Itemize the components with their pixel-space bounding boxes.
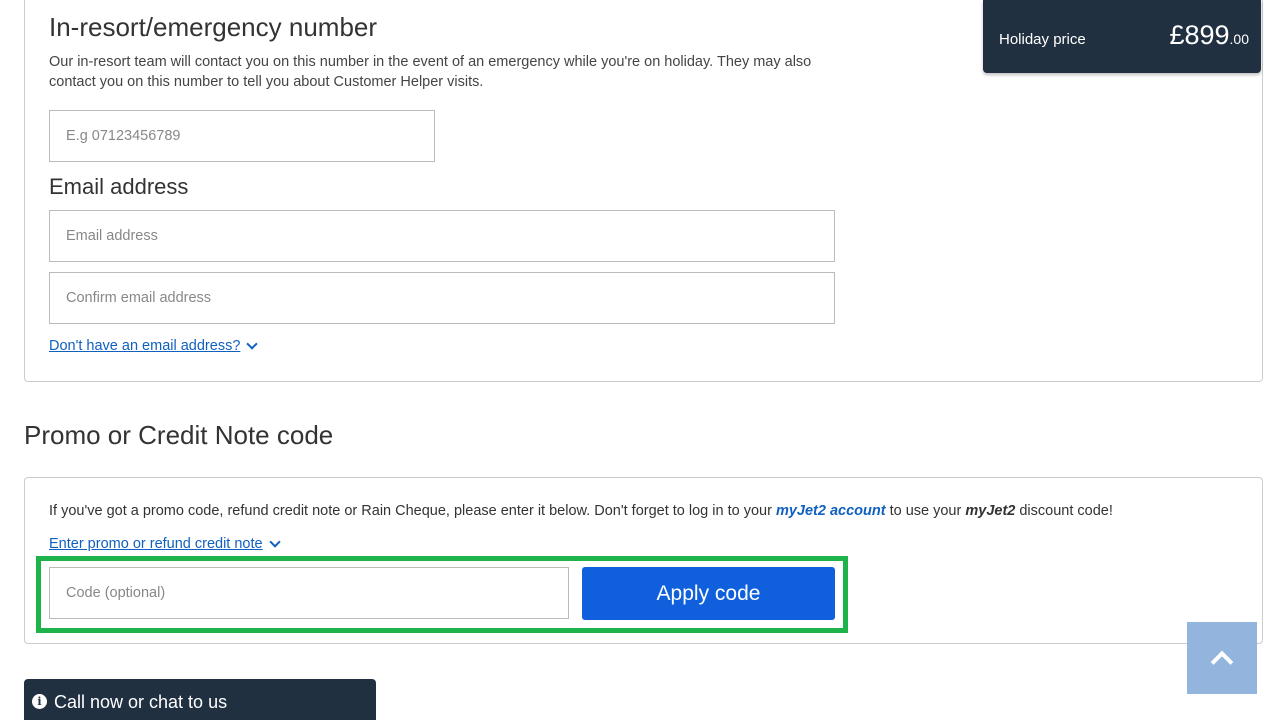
promo-text-before: If you've got a promo code, refund credi… <box>49 503 776 519</box>
emergency-phone-input[interactable] <box>49 110 435 162</box>
chevron-down-icon <box>246 337 259 350</box>
enter-promo-toggle-label: Enter promo or refund credit note <box>49 536 263 552</box>
holiday-price-label: Holiday price <box>999 31 1086 48</box>
promo-code-input[interactable] <box>49 567 569 619</box>
apply-code-button[interactable]: Apply code <box>582 567 835 620</box>
back-to-top-button[interactable] <box>1187 622 1257 694</box>
chevron-down-icon <box>268 535 281 548</box>
promo-text-after: discount code! <box>1015 503 1113 519</box>
emergency-number-title: In-resort/emergency number <box>49 12 378 42</box>
no-email-link[interactable]: Don't have an email address? <box>49 337 259 354</box>
call-or-chat-bar[interactable]: i Call now or chat to us <box>24 679 376 720</box>
info-icon: i <box>32 694 47 709</box>
price-pence: .00 <box>1229 31 1249 47</box>
promo-section-title: Promo or Credit Note code <box>24 420 334 450</box>
price-pounds: £899 <box>1169 20 1230 50</box>
myjet2-account-link[interactable]: myJet2 account <box>776 503 886 519</box>
call-or-chat-label: Call now or chat to us <box>54 692 228 712</box>
enter-promo-toggle-link[interactable]: Enter promo or refund credit note <box>49 535 281 552</box>
email-input[interactable] <box>49 210 835 262</box>
holiday-price-panel: Holiday price £899.00 <box>983 0 1261 73</box>
holiday-price-amount: £899.00 <box>1169 20 1249 51</box>
email-section-title: Email address <box>49 174 189 199</box>
myjet2-brand-text: myJet2 <box>965 503 1016 519</box>
confirm-email-input[interactable] <box>49 272 835 324</box>
chevron-up-icon <box>1210 650 1234 674</box>
no-email-link-label: Don't have an email address? <box>49 338 241 354</box>
promo-description: If you've got a promo code, refund credi… <box>49 503 1113 519</box>
promo-text-middle: to use your <box>885 503 966 519</box>
emergency-number-description: Our in-resort team will contact you on t… <box>49 54 812 90</box>
